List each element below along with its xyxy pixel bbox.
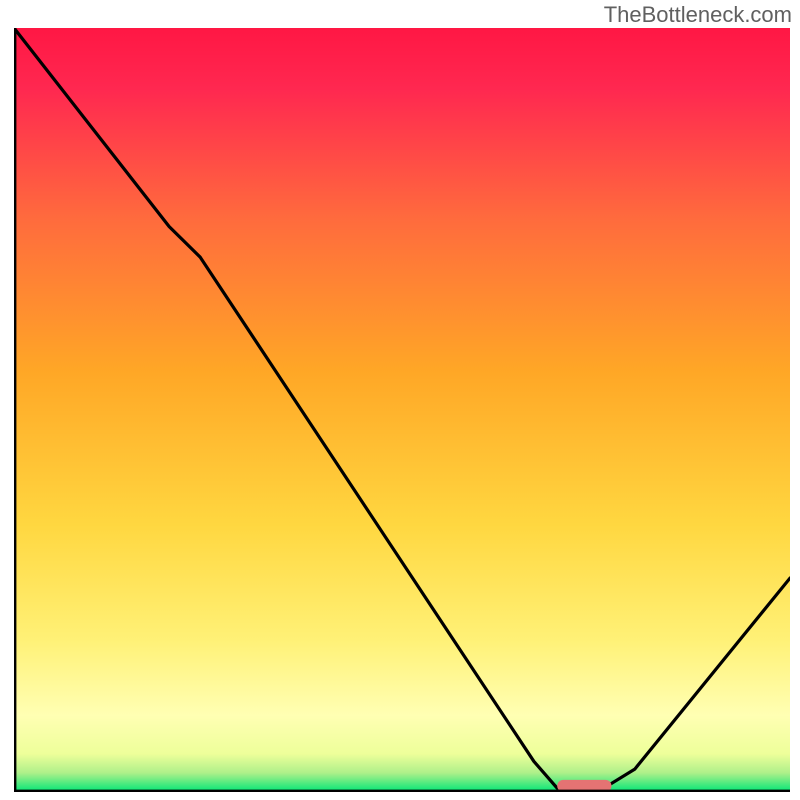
chart-container: TheBottleneck.com <box>0 0 800 800</box>
watermark-text: TheBottleneck.com <box>604 2 792 28</box>
plot-area <box>14 28 790 792</box>
chart-svg <box>14 28 790 792</box>
